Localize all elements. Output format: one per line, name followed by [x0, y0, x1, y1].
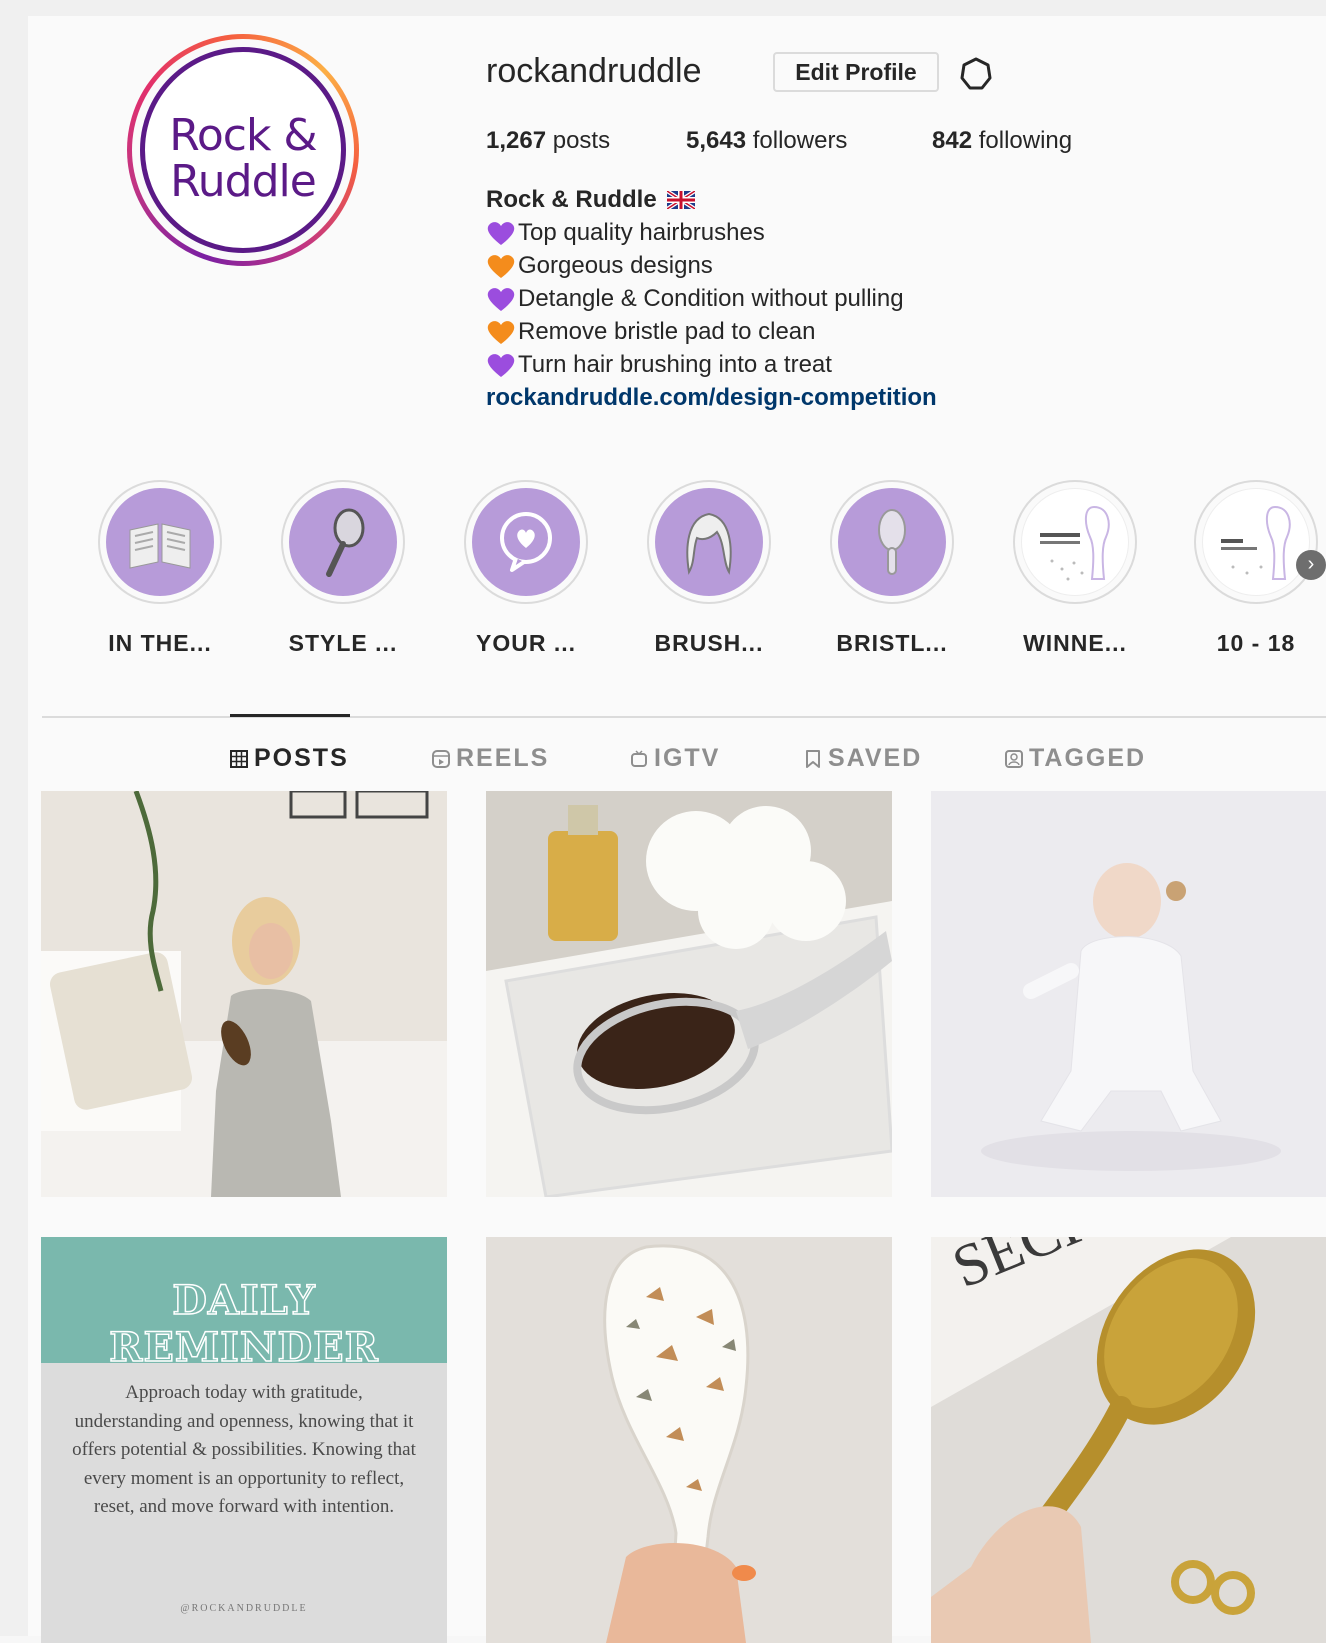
butterfly-brush-photo [486, 1237, 892, 1643]
edit-profile-button[interactable]: Edit Profile [773, 52, 939, 92]
post-thumbnail[interactable] [486, 1237, 892, 1643]
hairbrush-icon [878, 509, 906, 575]
reminder-handle: @ROCKANDRUDDLE [180, 1603, 308, 1614]
grid-icon [230, 749, 248, 768]
hair-icon [686, 512, 732, 575]
active-tab-indicator [230, 714, 350, 717]
post-thumbnail[interactable] [486, 791, 892, 1197]
purple-heart-icon [487, 287, 515, 311]
igtv-icon [631, 749, 647, 767]
post-thumbnail[interactable] [41, 791, 447, 1197]
followers-link[interactable]: 5,643 followers [686, 127, 847, 155]
brand-logo: Rock & Ruddle [140, 47, 346, 253]
bio-line: Remove bristle pad to clean [486, 315, 937, 348]
reminder-title: DAILY REMINDER [108, 1276, 379, 1372]
highlight-label: BRUSH... [654, 630, 764, 656]
highlight-in-the[interactable]: IN THE... [97, 480, 223, 657]
chevron-right-icon[interactable]: › [1296, 550, 1326, 580]
logo-text-line-1: Rock & [169, 110, 317, 161]
window-left-edge [0, 0, 28, 1636]
tab-posts[interactable]: POSTS [230, 744, 349, 773]
gold-brush-photo [931, 1237, 1326, 1643]
highlight-label: BRISTL... [836, 630, 948, 656]
following-link[interactable]: 842 following [932, 127, 1072, 155]
tab-reels[interactable]: REELS [432, 744, 549, 773]
bio-line: Detangle & Condition without pulling [486, 282, 937, 315]
orange-heart-icon [487, 320, 515, 344]
purple-heart-icon [487, 221, 515, 245]
highlight-style[interactable]: STYLE ... [280, 480, 406, 657]
highlight-label: WINNE... [1023, 630, 1127, 656]
post-daily-reminder[interactable]: DAILY REMINDER Approach today with grati… [41, 1237, 447, 1643]
highlight-label: STYLE ... [288, 630, 398, 656]
newspaper-icon [129, 523, 191, 569]
reminder-text: Approach today with gratitude, understan… [72, 1382, 416, 1517]
gear-icon[interactable] [958, 56, 994, 92]
woman-brushing-hair-photo [41, 791, 447, 1197]
highlight-brush[interactable]: BRUSH... [646, 480, 772, 657]
post-thumbnail[interactable] [931, 791, 1326, 1197]
highlight-winners[interactable]: WINNE... [1012, 480, 1138, 657]
highlight-label: IN THE... [108, 630, 212, 656]
age-group-icon [1221, 505, 1291, 580]
baby-with-brush-photo [931, 791, 1326, 1197]
bio-line: Turn hair brushing into a treat [486, 348, 937, 381]
profile-display-name: Rock & Ruddle [486, 186, 657, 213]
category-winners-icon [1040, 505, 1110, 581]
profile-username: rockandruddle [486, 52, 702, 90]
tab-igtv[interactable]: IGTV [630, 744, 720, 773]
highlight-your[interactable]: YOUR ... [463, 480, 589, 657]
window-top-edge [0, 0, 1326, 16]
orange-heart-icon [487, 254, 515, 278]
profile-avatar[interactable]: Rock & Ruddle [127, 34, 359, 266]
bio-line: Gorgeous designs [486, 249, 937, 282]
heart-speech-bubble-icon [500, 512, 552, 572]
tagged-icon [1005, 749, 1023, 768]
hand-mirror-icon [326, 508, 365, 577]
tab-saved[interactable]: SAVED [804, 744, 922, 773]
highlight-label: YOUR ... [475, 630, 576, 656]
bio-line: Top quality hairbrushes [486, 216, 937, 249]
bio-website-link[interactable]: rockandruddle.com/design-competition [486, 381, 937, 414]
logo-text-line-2: Ruddle [170, 156, 317, 207]
purple-heart-icon [487, 353, 515, 377]
post-thumbnail[interactable]: SECRE the NIGHT [931, 1237, 1326, 1643]
tab-tagged[interactable]: TAGGED [1005, 744, 1146, 773]
uk-flag-icon [666, 190, 695, 209]
profile-bio: Rock & Ruddle Top quality hairbrushes Go… [486, 183, 937, 414]
highlight-bristle[interactable]: BRISTL... [829, 480, 955, 657]
bookmark-icon [806, 749, 820, 768]
highlight-label: 10 - 18 [1216, 630, 1296, 656]
posts-count: 1,267 posts [486, 127, 611, 154]
reels-icon [432, 749, 450, 768]
hairbrush-with-flowers-photo [486, 791, 892, 1197]
